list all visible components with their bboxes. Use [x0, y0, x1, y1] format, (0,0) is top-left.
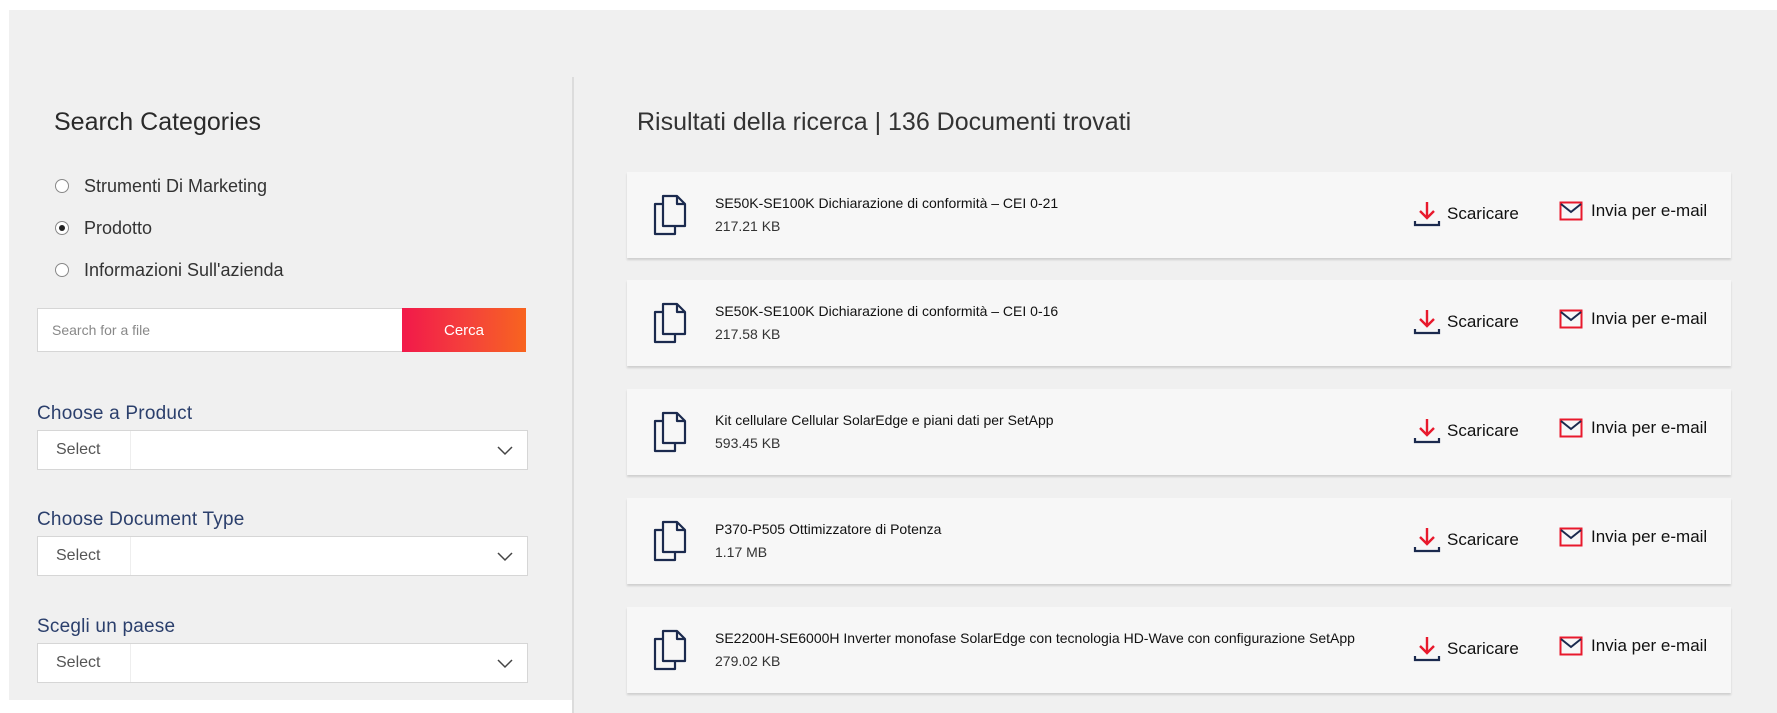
category-option-marketing[interactable]: Strumenti Di Marketing [55, 165, 284, 207]
select-value: Select [38, 537, 131, 575]
document-card: SE50K-SE100K Dichiarazione di conformità… [627, 172, 1731, 258]
email-label: Invia per e-mail [1591, 418, 1708, 437]
chevron-down-icon [497, 446, 513, 456]
email-button[interactable]: Invia per e-mail [1559, 418, 1707, 438]
chevron-down-icon [497, 552, 513, 562]
page-background: Search Categories Strumenti Di Marketing… [9, 10, 1777, 713]
document-card: Kit cellulare Cellular SolarEdge e piani… [627, 389, 1731, 475]
document-type-select[interactable]: Select [37, 536, 528, 576]
document-copy-icon [653, 520, 687, 562]
category-label: Prodotto [84, 217, 153, 238]
document-card: P370-P505 Ottimizzatore di Potenza 1.17 … [627, 498, 1731, 584]
category-option-prodotto[interactable]: Prodotto [55, 207, 284, 249]
document-name[interactable]: Kit cellulare Cellular SolarEdge e piani… [715, 412, 1054, 428]
radio-button-checked[interactable] [55, 221, 69, 235]
email-label: Invia per e-mail [1591, 527, 1708, 546]
file-search-bar: Cerca [37, 308, 526, 352]
download-label: Scaricare [1447, 312, 1519, 331]
email-button[interactable]: Invia per e-mail [1559, 309, 1707, 329]
document-card: SE50K-SE100K Dichiarazione di conformità… [627, 280, 1731, 366]
email-label: Invia per e-mail [1591, 636, 1708, 655]
radio-button[interactable] [55, 179, 69, 193]
download-button[interactable]: Scaricare [1413, 635, 1519, 663]
document-name[interactable]: SE50K-SE100K Dichiarazione di conformità… [715, 195, 1058, 211]
document-size: 217.58 KB [715, 326, 781, 342]
download-label: Scaricare [1447, 530, 1519, 549]
sidebar: Search Categories Strumenti Di Marketing… [9, 10, 572, 703]
column-divider [572, 77, 574, 713]
document-size: 217.21 KB [715, 218, 781, 234]
chevron-down-icon [497, 659, 513, 669]
download-icon [1413, 202, 1441, 227]
category-label: Strumenti Di Marketing [84, 175, 268, 196]
download-icon [1413, 528, 1441, 553]
file-search-input[interactable] [37, 308, 402, 352]
document-copy-icon [653, 194, 687, 236]
download-icon [1413, 419, 1441, 444]
email-button[interactable]: Invia per e-mail [1559, 636, 1707, 656]
document-name[interactable]: P370-P505 Ottimizzatore di Potenza [715, 521, 941, 537]
download-button[interactable]: Scaricare [1413, 308, 1519, 336]
search-button[interactable]: Cerca [402, 308, 526, 352]
search-categories-title: Search Categories [54, 108, 262, 136]
choose-product-label: Choose a Product [37, 403, 193, 424]
download-button[interactable]: Scaricare [1413, 526, 1519, 554]
email-label: Invia per e-mail [1591, 309, 1708, 328]
choose-document-type-label: Choose Document Type [37, 509, 245, 530]
document-copy-icon [653, 629, 687, 671]
document-size: 279.02 KB [715, 653, 781, 669]
results-title: Risultati della ricerca | 136 Documenti … [637, 108, 1132, 136]
envelope-icon [1559, 527, 1583, 547]
email-button[interactable]: Invia per e-mail [1559, 201, 1707, 221]
product-select[interactable]: Select [37, 430, 528, 470]
category-label: Informazioni Sull'azienda [84, 259, 284, 280]
choose-country-label: Scegli un paese [37, 616, 176, 637]
country-select[interactable]: Select [37, 643, 528, 683]
category-radio-group: Strumenti Di Marketing Prodotto Informaz… [55, 165, 284, 291]
document-name[interactable]: SE2200H-SE6000H Inverter monofase SolarE… [715, 630, 1355, 646]
envelope-icon [1559, 201, 1583, 221]
sidebar-footer-edge [9, 700, 572, 713]
envelope-icon [1559, 636, 1583, 656]
email-button[interactable]: Invia per e-mail [1559, 527, 1707, 547]
download-button[interactable]: Scaricare [1413, 200, 1519, 228]
document-size: 1.17 MB [715, 544, 768, 560]
download-label: Scaricare [1447, 421, 1519, 440]
envelope-icon [1559, 418, 1583, 438]
document-copy-icon [653, 411, 687, 453]
radio-button[interactable] [55, 263, 69, 277]
document-card: SE2200H-SE6000H Inverter monofase SolarE… [627, 607, 1731, 693]
document-name[interactable]: SE50K-SE100K Dichiarazione di conformità… [715, 303, 1058, 319]
email-label: Invia per e-mail [1591, 201, 1708, 220]
envelope-icon [1559, 309, 1583, 329]
download-button[interactable]: Scaricare [1413, 417, 1519, 445]
select-value: Select [38, 644, 131, 682]
download-icon [1413, 310, 1441, 335]
category-option-azienda[interactable]: Informazioni Sull'azienda [55, 249, 284, 291]
download-label: Scaricare [1447, 204, 1519, 223]
download-icon [1413, 637, 1441, 662]
document-copy-icon [653, 302, 687, 344]
download-label: Scaricare [1447, 639, 1519, 658]
select-value: Select [38, 431, 131, 469]
document-size: 593.45 KB [715, 435, 781, 451]
